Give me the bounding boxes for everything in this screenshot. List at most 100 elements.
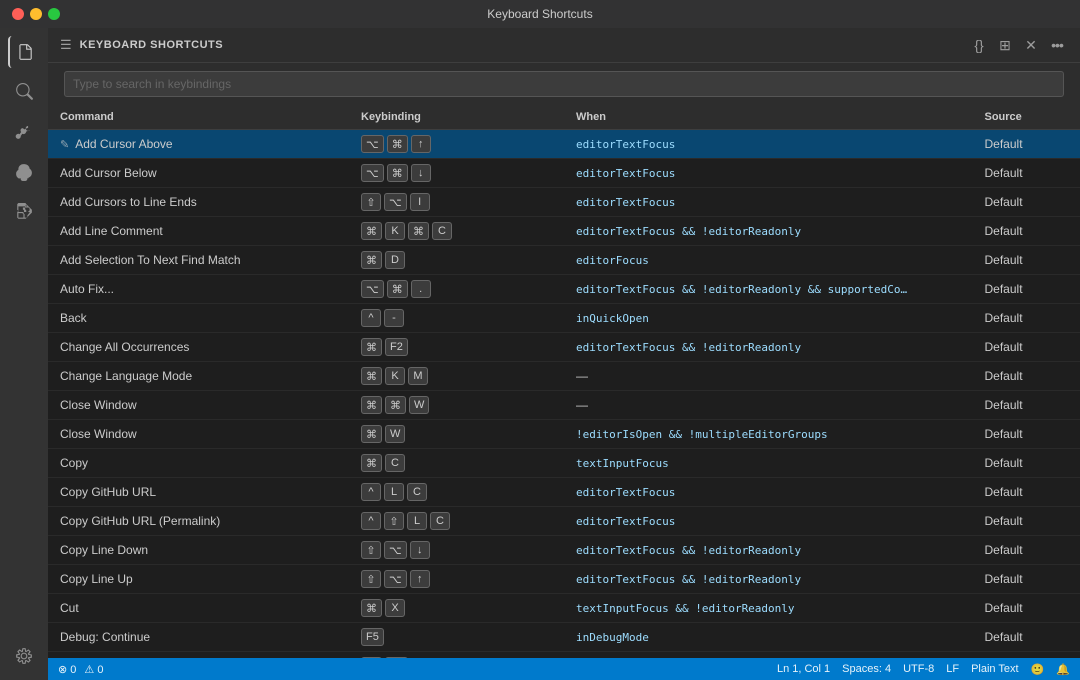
when-value: !editorIsOpen && !multipleEditorGroups xyxy=(576,428,828,441)
key-badge: ⌘ xyxy=(361,367,382,385)
cell-when: editorFocus xyxy=(564,246,973,275)
source-value: Default xyxy=(985,427,1023,441)
when-value: inQuickOpen xyxy=(576,312,649,325)
panel-header-left: ☰ Keyboard Shortcuts xyxy=(60,37,968,53)
activity-explorer[interactable] xyxy=(8,36,40,68)
table-row[interactable]: Change Language Mode⌘KM—Default xyxy=(48,362,1080,391)
status-bell[interactable]: 🔔 xyxy=(1056,663,1070,676)
status-position[interactable]: Ln 1, Col 1 xyxy=(777,663,830,675)
status-line-ending[interactable]: LF xyxy=(946,663,959,675)
traffic-lights xyxy=(12,8,60,20)
when-value: editorTextFocus xyxy=(576,167,675,180)
close-panel-button[interactable]: ✕ xyxy=(1020,34,1042,56)
status-language[interactable]: Plain Text xyxy=(971,663,1019,675)
key-combo: ⌘W xyxy=(361,425,552,443)
status-bar-right: Ln 1, Col 1 Spaces: 4 UTF-8 LF Plain Tex… xyxy=(777,663,1070,676)
cell-keybinding: ⇧⌥↑ xyxy=(349,565,564,594)
status-bar-left: ⊗ 0 ⚠ 0 xyxy=(58,663,103,676)
key-badge: ⌘ xyxy=(387,135,408,153)
activity-scm[interactable] xyxy=(8,116,40,148)
activity-extensions[interactable] xyxy=(8,196,40,228)
cell-when: textInputFocus xyxy=(564,449,973,478)
status-encoding[interactable]: UTF-8 xyxy=(903,663,934,675)
col-header-when: When xyxy=(564,105,973,130)
more-actions-button[interactable]: ••• xyxy=(1046,34,1068,56)
table-row[interactable]: Copy Line Down⇧⌥↓editorTextFocus && !edi… xyxy=(48,536,1080,565)
status-errors[interactable]: ⊗ 0 xyxy=(58,663,76,676)
key-badge: ^ xyxy=(361,483,381,501)
warning-icon: ⚠ xyxy=(84,664,97,676)
table-row[interactable]: Change All Occurrences⌘F2editorTextFocus… xyxy=(48,333,1080,362)
cell-when: !editorIsOpen && !multipleEditorGroups xyxy=(564,420,973,449)
table-row[interactable]: Add Cursors to Line Ends⇧⌥IeditorTextFoc… xyxy=(48,188,1080,217)
table-row[interactable]: Copy ⌘C textInputFocus Default xyxy=(48,449,1080,478)
close-traffic-light[interactable] xyxy=(12,8,24,20)
status-spaces[interactable]: Spaces: 4 xyxy=(842,663,891,675)
table-row[interactable]: Close Window⌘⌘W—Default xyxy=(48,391,1080,420)
cell-command: ✎ Add Cursor Above xyxy=(48,130,349,159)
cell-source: Default xyxy=(973,594,1080,623)
when-value: — xyxy=(576,398,588,412)
activity-search[interactable] xyxy=(8,76,40,108)
table-row[interactable]: Copy Line Up⇧⌥↑editorTextFocus && !edito… xyxy=(48,565,1080,594)
table-row[interactable]: Cut⌘XtextInputFocus && !editorReadonlyDe… xyxy=(48,594,1080,623)
edit-icon: ✎ xyxy=(60,138,69,151)
key-badge: ⌘ xyxy=(387,280,408,298)
command-label: Change Language Mode xyxy=(60,369,192,383)
table-row[interactable]: Auto Fix...⌥⌘.editorTextFocus && !editor… xyxy=(48,275,1080,304)
key-badge: ^ xyxy=(361,512,381,530)
key-badge: C xyxy=(430,512,450,530)
minimize-traffic-light[interactable] xyxy=(30,8,42,20)
source-value: Default xyxy=(985,456,1023,470)
braces-icon: {} xyxy=(974,37,983,53)
open-keybindings-json-button[interactable]: {} xyxy=(968,34,990,56)
activity-debug[interactable] xyxy=(8,156,40,188)
table-row[interactable]: Add Line Comment⌘K⌘CeditorTextFocus && !… xyxy=(48,217,1080,246)
status-bar: ⊗ 0 ⚠ 0 Ln 1, Col 1 Spaces: 4 UTF-8 LF P… xyxy=(48,658,1080,680)
cell-command: Copy GitHub URL (Permalink) xyxy=(48,507,349,536)
cell-when: editorTextFocus xyxy=(564,130,973,159)
command-label: Copy xyxy=(60,456,88,470)
command-label: Close Window xyxy=(60,427,137,441)
col-header-source: Source xyxy=(973,105,1080,130)
split-editor-button[interactable]: ⊞ xyxy=(994,34,1016,56)
key-badge: ⌘ xyxy=(361,338,382,356)
source-value: Default xyxy=(985,601,1023,615)
when-value: editorFocus xyxy=(576,254,649,267)
key-combo: ⇧⌥I xyxy=(361,193,552,211)
key-badge: ⌘ xyxy=(361,222,382,240)
when-value: — xyxy=(576,369,588,383)
table-row[interactable]: ✎Add Cursor Above⌥⌘↑editorTextFocusDefau… xyxy=(48,130,1080,159)
source-value: Default xyxy=(985,340,1023,354)
search-input[interactable] xyxy=(73,77,1055,91)
table-row[interactable]: Debug: ContinueF5inDebugModeDefault xyxy=(48,623,1080,652)
when-value: editorTextFocus && !editorReadonly && su… xyxy=(576,283,907,296)
key-combo: ⇧⌥↓ xyxy=(361,541,552,559)
cell-when: editorTextFocus && !editorReadonly xyxy=(564,333,973,362)
key-combo: ⌘⌘W xyxy=(361,396,552,414)
command-label: Add Cursor Above xyxy=(75,137,172,151)
status-emoji[interactable]: 🙂 xyxy=(1031,663,1045,676)
table-row[interactable]: Copy GitHub URL^LCeditorTextFocusDefault xyxy=(48,478,1080,507)
panel-header-actions: {} ⊞ ✕ ••• xyxy=(968,34,1068,56)
source-value: Default xyxy=(985,195,1023,209)
hamburger-menu-icon[interactable]: ☰ xyxy=(60,37,72,53)
table-row[interactable]: Add Selection To Next Find Match⌘Deditor… xyxy=(48,246,1080,275)
maximize-traffic-light[interactable] xyxy=(48,8,60,20)
shortcuts-table-container[interactable]: Command Keybinding When Source xyxy=(48,105,1080,658)
table-row[interactable]: Close Window ⌘W !editorIsOpen && !multiple… xyxy=(48,420,1080,449)
key-combo: ⌘KM xyxy=(361,367,552,385)
activity-settings[interactable] xyxy=(8,640,40,672)
table-row[interactable]: Add Cursor Below⌥⌘↓editorTextFocusDefaul… xyxy=(48,159,1080,188)
key-badge: K xyxy=(385,222,405,240)
table-row[interactable]: Copy GitHub URL (Permalink)^⇧LCeditorTex… xyxy=(48,507,1080,536)
key-combo: ⌘C xyxy=(361,454,552,472)
cell-when: editorTextFocus xyxy=(564,507,973,536)
cell-when: textInputFocus && !editorReadonly xyxy=(564,594,973,623)
col-header-command: Command xyxy=(48,105,349,130)
cell-keybinding: ⌥⌘↓ xyxy=(349,159,564,188)
table-row[interactable]: Back^-inQuickOpenDefault xyxy=(48,304,1080,333)
status-warnings[interactable]: ⚠ 0 xyxy=(84,663,103,676)
source-value: Default xyxy=(985,543,1023,557)
key-combo: ⌥⌘↓ xyxy=(361,164,552,182)
